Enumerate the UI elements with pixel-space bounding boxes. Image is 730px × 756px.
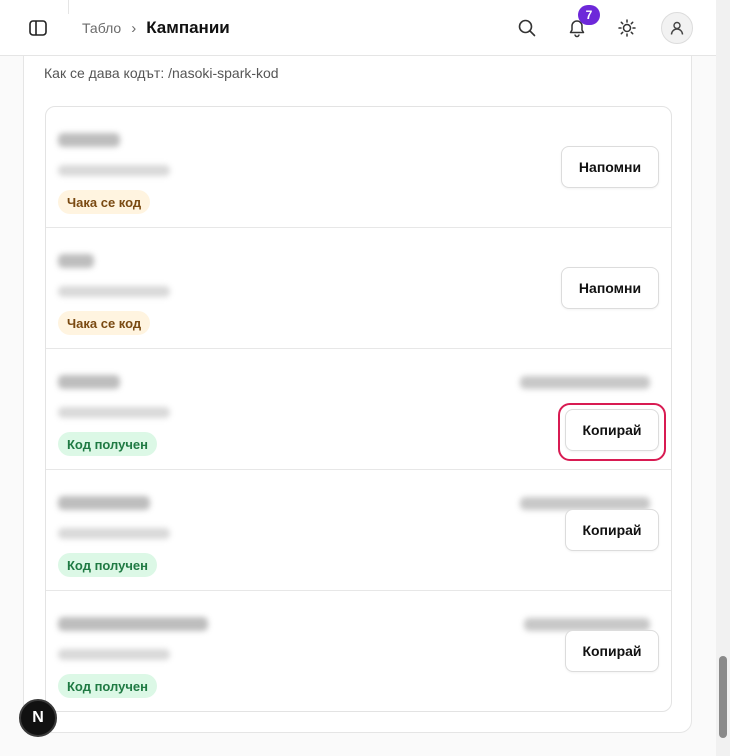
participant-name-redacted xyxy=(58,496,150,510)
status-badge: Чака се код xyxy=(58,311,151,335)
user-icon xyxy=(670,21,684,35)
top-bar: Табло › Кампании 7 xyxy=(0,0,716,56)
participant-detail-redacted xyxy=(58,165,170,176)
copy-button[interactable]: Копирай xyxy=(565,409,659,451)
status-badge: Код получен xyxy=(58,432,157,456)
received-code-redacted xyxy=(520,376,650,389)
participant-detail-redacted xyxy=(58,407,170,418)
search-icon[interactable] xyxy=(511,12,543,44)
header-divider xyxy=(68,0,69,14)
participants-list: Чака се код Напомни Чака се код Напомни … xyxy=(45,106,672,712)
participant-detail-redacted xyxy=(58,649,170,660)
remind-button[interactable]: Напомни xyxy=(561,267,659,309)
breadcrumb-dashboard-link[interactable]: Табло xyxy=(82,20,121,36)
breadcrumb-chevron-icon: › xyxy=(131,19,137,37)
copy-button[interactable]: Копирай xyxy=(565,509,659,551)
participant-detail-redacted xyxy=(58,286,170,297)
participant-name-redacted xyxy=(58,254,94,268)
participant-row: Код получен Копирай xyxy=(46,591,671,712)
sun-icon[interactable] xyxy=(611,12,643,44)
user-avatar[interactable] xyxy=(661,12,693,44)
sidebar-toggle-icon[interactable] xyxy=(26,16,50,40)
participant-detail-redacted xyxy=(58,528,170,539)
participant-row: Код получен Копирай xyxy=(46,349,671,470)
scrollbar-thumb[interactable] xyxy=(719,656,727,738)
copy-button[interactable]: Копирай xyxy=(565,630,659,672)
status-badge: Код получен xyxy=(58,553,157,577)
code-instructions-text: Как се дава кодът: /nasoki-spark-kod xyxy=(44,65,279,81)
notification-count-badge: 7 xyxy=(578,5,600,25)
participant-row: Код получен Копирай xyxy=(46,470,671,591)
scrollbar[interactable] xyxy=(716,0,730,756)
participant-row: Чака се код Напомни xyxy=(46,107,671,228)
breadcrumb: Табло › Кампании xyxy=(82,0,230,56)
participant-name-redacted xyxy=(58,375,120,389)
participant-row: Чака се код Напомни xyxy=(46,228,671,349)
participant-name-redacted xyxy=(58,133,120,147)
status-badge: Чака се код xyxy=(58,190,151,214)
campaign-card: Как се дава кодът: /nasoki-spark-kod Чак… xyxy=(23,56,692,733)
status-badge: Код получен xyxy=(58,674,157,698)
participant-name-redacted xyxy=(58,617,208,631)
remind-button[interactable]: Напомни xyxy=(561,146,659,188)
dev-tools-badge[interactable]: N xyxy=(19,699,57,737)
page-title: Кампании xyxy=(146,18,230,37)
